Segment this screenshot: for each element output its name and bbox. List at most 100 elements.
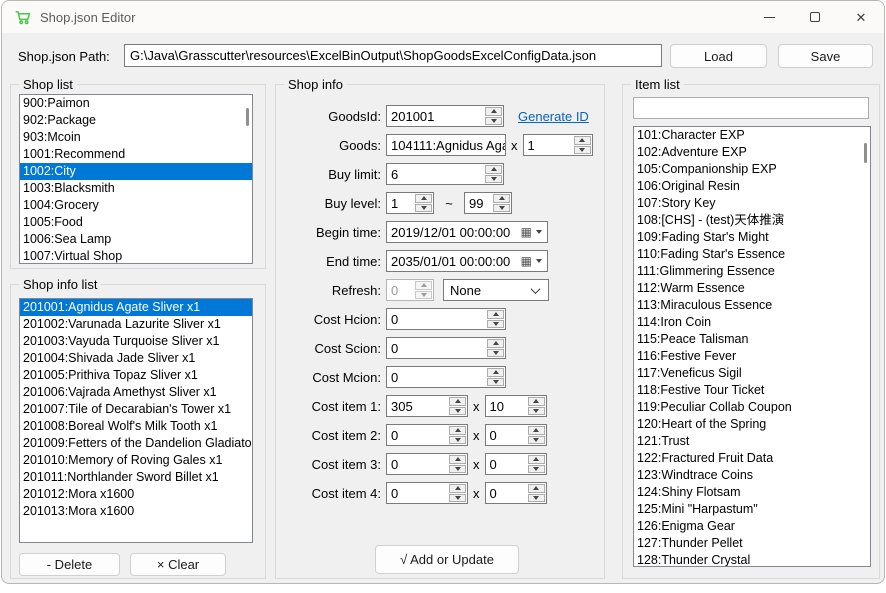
item-list-box[interactable]: 101:Character EXP102:Adventure EXP105:Co… xyxy=(633,126,871,567)
cost-item-3-count-spinner[interactable] xyxy=(485,453,547,475)
spin-up-icon[interactable] xyxy=(415,194,432,203)
add-or-update-button[interactable]: √ Add or Update xyxy=(375,545,519,574)
cost-item-2-count-input[interactable] xyxy=(486,425,527,445)
spin-up-icon[interactable] xyxy=(449,455,466,464)
list-item[interactable]: 112:Warm Essence xyxy=(634,280,870,297)
spin-up-icon[interactable] xyxy=(528,426,545,435)
buy-level-min-input[interactable] xyxy=(387,193,414,213)
spin-down-icon[interactable] xyxy=(487,320,504,329)
spin-up-icon[interactable] xyxy=(493,194,510,203)
spin-down-icon[interactable] xyxy=(415,204,432,213)
list-item[interactable]: 201002:Varunada Lazurite Sliver x1 xyxy=(20,316,252,333)
buy-limit-input[interactable] xyxy=(387,164,484,184)
list-item[interactable]: 201009:Fetters of the Dandelion Gladiato xyxy=(20,435,252,452)
list-item[interactable]: 108:[CHS] - (test)天体推演 xyxy=(634,212,870,229)
list-item[interactable]: 119:Peculiar Collab Coupon xyxy=(634,399,870,416)
goods-input[interactable] xyxy=(387,135,505,155)
cost-item-1-id-input[interactable] xyxy=(387,396,448,416)
spin-down-icon[interactable] xyxy=(487,349,504,358)
delete-button[interactable]: - Delete xyxy=(19,553,120,576)
cost-mcion-spinner[interactable] xyxy=(386,366,506,388)
path-input[interactable] xyxy=(124,44,662,67)
cost-item-3-id-spinner[interactable] xyxy=(386,453,468,475)
spin-up-icon[interactable] xyxy=(574,136,591,145)
list-item[interactable]: 106:Original Resin xyxy=(634,178,870,195)
list-item[interactable]: 201007:Tile of Decarabian's Tower x1 xyxy=(20,401,252,418)
scrollbar-thumb[interactable] xyxy=(864,143,867,163)
buy-level-min-spinner[interactable] xyxy=(386,192,434,214)
list-item[interactable]: 1005:Food xyxy=(20,214,252,231)
list-item[interactable]: 123:Windtrace Coins xyxy=(634,467,870,484)
list-item[interactable]: 1002:City xyxy=(20,163,252,180)
shop-list-box[interactable]: 900:Paimon902:Package903:Mcoin1001:Recom… xyxy=(19,94,253,264)
cost-mcion-input[interactable] xyxy=(387,367,486,387)
list-item[interactable]: 117:Veneficus Sigil xyxy=(634,365,870,382)
clear-button[interactable]: × Clear xyxy=(130,553,226,576)
goodsid-input[interactable] xyxy=(387,106,484,126)
spin-down-icon[interactable] xyxy=(449,407,466,416)
begin-time-picker[interactable]: ▦ xyxy=(386,221,548,243)
cost-scion-input[interactable] xyxy=(387,338,486,358)
list-item[interactable]: 201005:Prithiva Topaz Sliver x1 xyxy=(20,367,252,384)
goods-field[interactable] xyxy=(386,134,506,156)
list-item[interactable]: 127:Thunder Pellet xyxy=(634,535,870,552)
spin-down-icon[interactable] xyxy=(574,146,591,155)
spin-up-icon[interactable] xyxy=(449,397,466,406)
spin-up-icon[interactable] xyxy=(487,310,504,319)
cost-item-4-id-spinner[interactable] xyxy=(386,482,468,504)
close-button[interactable]: ✕ xyxy=(838,1,884,33)
cost-item-1-count-input[interactable] xyxy=(486,396,527,416)
spin-down-icon[interactable] xyxy=(449,436,466,445)
list-item[interactable]: 201010:Memory of Roving Gales x1 xyxy=(20,452,252,469)
cost-hcion-input[interactable] xyxy=(387,309,486,329)
spin-down-icon[interactable] xyxy=(528,407,545,416)
cost-item-4-count-input[interactable] xyxy=(486,483,527,503)
begin-time-input[interactable] xyxy=(391,225,521,240)
list-item[interactable]: 107:Story Key xyxy=(634,195,870,212)
list-item[interactable]: 1006:Sea Lamp xyxy=(20,231,252,248)
maximize-button[interactable] xyxy=(792,1,838,33)
list-item[interactable]: 128:Thunder Crystal xyxy=(634,552,870,567)
list-item[interactable]: 109:Fading Star's Might xyxy=(634,229,870,246)
scrollbar-thumb[interactable] xyxy=(246,108,249,126)
list-item[interactable]: 1003:Blacksmith xyxy=(20,180,252,197)
list-item[interactable]: 201008:Boreal Wolf's Milk Tooth x1 xyxy=(20,418,252,435)
spin-down-icon[interactable] xyxy=(493,204,510,213)
list-item[interactable]: 902:Package xyxy=(20,112,252,129)
dropdown-arrow-icon[interactable] xyxy=(536,259,542,263)
spin-down-icon[interactable] xyxy=(485,117,502,126)
spin-up-icon[interactable] xyxy=(528,455,545,464)
list-item[interactable]: 201004:Shivada Jade Sliver x1 xyxy=(20,350,252,367)
spin-down-icon[interactable] xyxy=(528,436,545,445)
spin-up-icon[interactable] xyxy=(528,397,545,406)
spin-up-icon[interactable] xyxy=(485,107,502,116)
cost-item-1-id-spinner[interactable] xyxy=(386,395,468,417)
buy-level-max-input[interactable] xyxy=(465,193,492,213)
spin-down-icon[interactable] xyxy=(449,494,466,503)
item-search-input[interactable] xyxy=(633,97,869,119)
list-item[interactable]: 122:Fractured Fruit Data xyxy=(634,450,870,467)
spin-down-icon[interactable] xyxy=(485,175,502,184)
list-item[interactable]: 114:Iron Coin xyxy=(634,314,870,331)
list-item[interactable]: 116:Festive Fever xyxy=(634,348,870,365)
end-time-picker[interactable]: ▦ xyxy=(386,250,548,272)
list-item[interactable]: 201012:Mora x1600 xyxy=(20,486,252,503)
list-item[interactable]: 201001:Agnidus Agate Sliver x1 xyxy=(20,299,252,316)
list-item[interactable]: 201013:Mora x1600 xyxy=(20,503,252,520)
spin-up-icon[interactable] xyxy=(487,339,504,348)
cost-item-2-id-input[interactable] xyxy=(387,425,448,445)
spin-down-icon[interactable] xyxy=(449,465,466,474)
cost-item-4-id-input[interactable] xyxy=(387,483,448,503)
save-button[interactable]: Save xyxy=(778,44,873,68)
cost-item-3-id-input[interactable] xyxy=(387,454,448,474)
list-item[interactable]: 201006:Vajrada Amethyst Sliver x1 xyxy=(20,384,252,401)
list-item[interactable]: 115:Peace Talisman xyxy=(634,331,870,348)
list-item[interactable]: 1004:Grocery xyxy=(20,197,252,214)
cost-item-4-count-spinner[interactable] xyxy=(485,482,547,504)
dropdown-arrow-icon[interactable] xyxy=(536,230,542,234)
shop-info-list-box[interactable]: 201001:Agnidus Agate Sliver x1201002:Var… xyxy=(19,298,253,543)
buy-limit-spinner[interactable] xyxy=(386,163,504,185)
list-item[interactable]: 110:Fading Star's Essence xyxy=(634,246,870,263)
list-item[interactable]: 900:Paimon xyxy=(20,95,252,112)
cost-item-2-id-spinner[interactable] xyxy=(386,424,468,446)
